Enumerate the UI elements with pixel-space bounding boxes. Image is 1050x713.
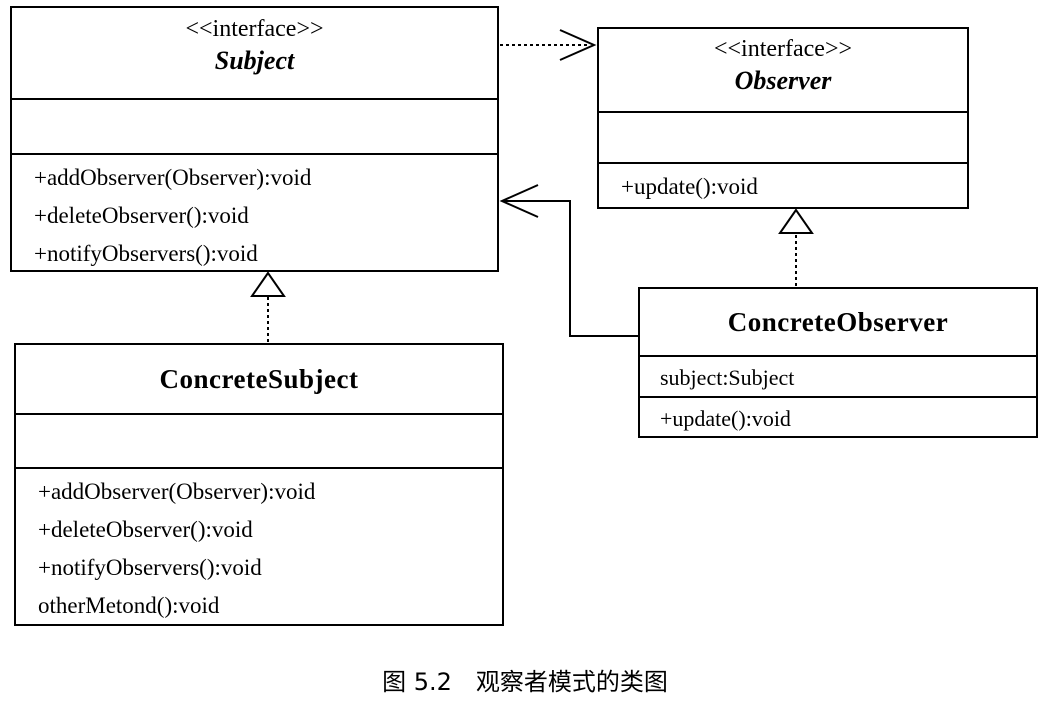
operations-section: +update():void [599,162,967,206]
operations-section: +addObserver(Observer):void +deleteObser… [12,153,497,273]
class-name: ConcreteSubject [159,364,359,394]
figure-caption: 图 5.2 观察者模式的类图 [382,668,668,696]
class-header: <<interface>> Observer [599,29,967,111]
operation: +addObserver(Observer):void [38,479,316,504]
class-name: Observer [734,66,832,95]
subject-interface: <<interface>> Subject +addObserver(Obser… [10,6,499,272]
operation: +deleteObserver():void [38,517,253,542]
concrete-observer-class: ConcreteObserver subject:Subject +update… [638,287,1038,438]
class-header: <<interface>> Subject [12,8,497,98]
stereotype-label: <<interface>> [713,36,853,62]
class-name: Subject [214,46,295,75]
realization-concretesubject-subject [250,271,286,342]
operation: +notifyObservers():void [34,241,258,266]
operation: +addObserver(Observer):void [34,165,312,190]
concrete-subject-class: ConcreteSubject +addObserver(Observer):v… [14,343,504,626]
dependency-subject-observer [500,29,597,61]
attributes-section [12,98,497,153]
operation: +update():void [621,174,758,199]
operation: +deleteObserver():void [34,203,249,228]
observer-interface: <<interface>> Observer +update():void [597,27,969,209]
operation: +notifyObservers():void [38,555,262,580]
attributes-section [16,413,502,467]
class-name: ConcreteObserver [727,307,949,337]
attribute: subject:Subject [660,365,795,390]
stereotype-label: <<interface>> [185,16,324,42]
attributes-section [599,111,967,162]
operation: otherMetond():void [38,593,220,618]
operations-section: +addObserver(Observer):void +deleteObser… [16,467,502,625]
attributes-section: subject:Subject [640,355,1036,396]
operations-section: +update():void [640,396,1036,437]
realization-concreteobserver-observer [778,208,814,286]
operation: +update():void [660,406,791,431]
